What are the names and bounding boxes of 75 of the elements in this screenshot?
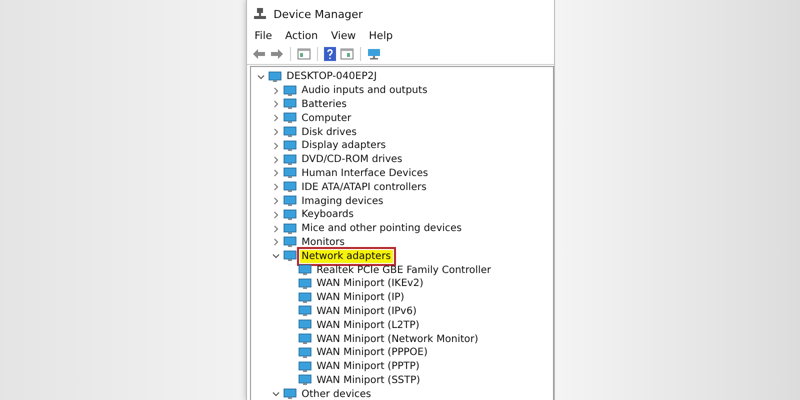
chevron-down-icon[interactable] xyxy=(272,252,280,260)
tree-item[interactable]: Disk drives xyxy=(300,126,359,139)
tree-item[interactable]: WAN Miniport (PPTP) xyxy=(314,360,422,374)
tree-item[interactable]: WAN Miniport (SSTP) xyxy=(314,374,422,387)
tree-item[interactable]: WAN Miniport (IKEv2) xyxy=(314,277,426,290)
tree-item[interactable]: Mice and other pointing devices xyxy=(300,222,464,236)
chevron-right-icon[interactable] xyxy=(272,128,280,136)
device-icon xyxy=(298,278,312,290)
device-icon xyxy=(282,208,296,221)
chevron-right-icon[interactable] xyxy=(272,169,280,178)
tree-item[interactable]: Network adapters xyxy=(300,250,393,263)
device-icon xyxy=(282,98,296,110)
device-icon xyxy=(298,264,312,276)
device-icon xyxy=(298,305,312,318)
tree-item[interactable]: Batteries xyxy=(300,98,349,111)
tree-item[interactable]: IDE ATA/ATAPI controllers xyxy=(300,180,429,194)
chevron-right-icon[interactable] xyxy=(272,224,280,233)
chevron-right-icon[interactable] xyxy=(272,86,280,95)
device-icon xyxy=(282,140,296,152)
properties-icon[interactable] xyxy=(296,48,310,60)
window-icon[interactable] xyxy=(340,48,354,60)
tree-item[interactable]: DESKTOP-040EP2J xyxy=(284,70,379,84)
menu-item[interactable]: Help xyxy=(368,30,393,42)
computer-tree-icon xyxy=(268,70,282,83)
chevron-right-icon[interactable] xyxy=(272,156,280,164)
chevron-down-icon[interactable] xyxy=(256,72,264,81)
monitor-icon[interactable] xyxy=(366,48,380,60)
tree-item[interactable]: Display adapters xyxy=(300,139,388,152)
device-icon xyxy=(282,112,296,124)
menu-item[interactable]: File xyxy=(254,30,272,42)
tree-item[interactable]: WAN Miniport (IPv6) xyxy=(314,304,419,318)
device-icon xyxy=(298,360,312,373)
back-arrow-icon[interactable] xyxy=(252,48,266,60)
chevron-right-icon[interactable] xyxy=(272,142,280,150)
chevron-right-icon[interactable] xyxy=(272,197,280,206)
tree-item[interactable]: Imaging devices xyxy=(300,194,386,208)
device-icon xyxy=(298,374,312,386)
chevron-right-icon[interactable] xyxy=(272,114,280,122)
computer-app-icon xyxy=(252,7,266,21)
device-icon xyxy=(298,333,312,346)
tree-item[interactable]: Monitors xyxy=(300,236,347,249)
device-icon xyxy=(282,388,296,400)
tree-item[interactable]: Audio inputs and outputs xyxy=(300,84,430,98)
device-icon xyxy=(282,236,296,248)
tree-item[interactable]: Human Interface Devices xyxy=(300,166,430,180)
chevron-right-icon[interactable] xyxy=(272,210,280,219)
tree-item[interactable]: Keyboards xyxy=(300,208,356,222)
device-icon xyxy=(282,154,296,166)
device-icon xyxy=(282,126,296,138)
device-icon xyxy=(282,222,296,235)
tree-item[interactable]: Realtek PCIe GBE Family Controller xyxy=(314,264,494,277)
tree-item[interactable]: Other devices xyxy=(300,388,374,400)
window-title: Device Manager xyxy=(274,8,363,20)
chevron-right-icon[interactable] xyxy=(272,238,280,246)
chevron-right-icon[interactable] xyxy=(272,100,280,108)
device-icon xyxy=(282,84,296,97)
tree-item[interactable]: Computer xyxy=(300,112,354,125)
device-icon xyxy=(298,319,312,332)
tree-item[interactable]: WAN Miniport (Network Monitor) xyxy=(314,332,480,346)
tree-item[interactable]: WAN Miniport (IP) xyxy=(314,291,406,304)
forward-arrow-icon[interactable] xyxy=(270,48,284,60)
chevron-down-icon[interactable] xyxy=(272,390,280,398)
chevron-right-icon[interactable] xyxy=(272,183,280,192)
menu-item[interactable]: Action xyxy=(285,30,318,42)
device-icon xyxy=(282,250,296,262)
device-icon xyxy=(282,167,296,180)
device-icon xyxy=(282,181,296,194)
help-icon[interactable] xyxy=(324,47,336,61)
device-icon xyxy=(298,346,312,359)
menu-item[interactable]: View xyxy=(330,30,356,42)
tree-item[interactable]: DVD/CD-ROM drives xyxy=(300,153,404,166)
device-icon xyxy=(298,292,312,304)
device-icon xyxy=(282,195,296,208)
tree-item[interactable]: WAN Miniport (PPPOE) xyxy=(314,346,430,360)
tree-item[interactable]: WAN Miniport (L2TP) xyxy=(314,318,422,332)
